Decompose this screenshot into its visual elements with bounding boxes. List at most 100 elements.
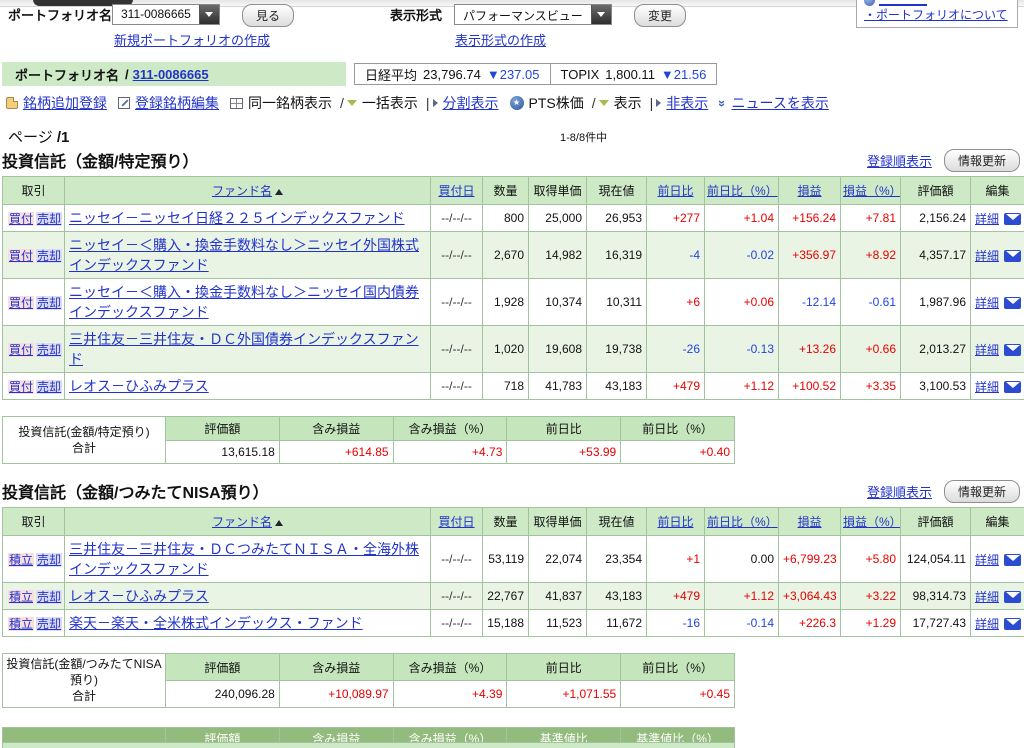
sum-col-chg: 前日比 <box>506 652 622 682</box>
pl: +156.24 <box>778 204 841 232</box>
mail-icon[interactable] <box>1004 297 1022 310</box>
edit-stock-link[interactable]: 登録銘柄編集 <box>135 93 219 113</box>
total-chg: +53.99 <box>506 440 622 464</box>
sell-link[interactable]: 売却 <box>36 211 63 226</box>
pts-show-label: 表示 <box>613 95 642 111</box>
portfolio-page: ポートフォリオ名 311-0086665 見る 新規ポートフォリオの作成 表示形… <box>0 0 1024 748</box>
fund-link[interactable]: ニッセイ－ニッセイ日経２２５インデックスファンド <box>69 210 405 226</box>
view-button[interactable]: 見る <box>242 4 295 27</box>
total-pl-pct: +4.73 <box>392 440 508 464</box>
total-chg-pct: +0.40 <box>620 440 735 464</box>
day-change: -26 <box>646 325 705 373</box>
mail-icon[interactable] <box>1004 213 1022 226</box>
accumulate-link[interactable]: 積立 <box>8 589 35 604</box>
detail-link[interactable]: 詳細 <box>975 249 999 263</box>
chevron-down-icon[interactable] <box>598 100 609 106</box>
sell-link[interactable]: 売却 <box>36 616 63 631</box>
col-value: 評価額 <box>900 176 971 205</box>
col-chg-pct: 前日比（%） <box>704 176 779 205</box>
mail-icon[interactable] <box>1004 618 1022 631</box>
fund-link[interactable]: ニッセイ－＜購入・換金手数料なし＞ニッセイ外国株式インデックスファンド <box>69 237 419 273</box>
fund-sort-link[interactable]: ファンド名 <box>212 515 272 529</box>
action-toolbar: 銘柄追加登録 登録銘柄編集 同一銘柄表示 / 一括表示 | 分割表示 ★ PTS… <box>6 93 1024 113</box>
fund-link[interactable]: ニッセイ－＜購入・換金手数料なし＞ニッセイ国内債券インデックスファンド <box>69 284 419 320</box>
buy-link[interactable]: 買付 <box>8 379 35 394</box>
day-change-pct: 0.00 <box>704 535 779 583</box>
fund-sort-link[interactable]: ファンド名 <box>212 184 272 198</box>
sum-col-chg: 前日比 <box>506 416 622 441</box>
fund-link[interactable]: レオス－ひふみプラス <box>69 588 209 604</box>
pts-hide-link[interactable]: 非表示 <box>666 93 708 113</box>
mail-icon[interactable] <box>1004 591 1022 604</box>
sell-link[interactable]: 売却 <box>36 379 63 394</box>
section1-title: 投資信託（金額/特定預り） <box>2 154 199 171</box>
detail-link[interactable]: 詳細 <box>975 617 999 631</box>
fund-link[interactable]: 三井住友－三井住友・ＤＣつみたてＮＩＳＡ・全海外株インデックスファンド <box>69 541 419 577</box>
split-view-link[interactable]: 分割表示 <box>443 93 499 113</box>
col-trade: 取引 <box>2 176 65 205</box>
pl: +6,799.23 <box>778 535 841 583</box>
qty: 2,670 <box>482 231 529 279</box>
edit-stock-icon <box>118 97 130 109</box>
detail-link[interactable]: 詳細 <box>975 380 999 394</box>
refresh-button[interactable]: 情報更新 <box>943 480 1020 503</box>
col-chg-pct: 前日比（%） <box>704 507 779 536</box>
display-format-value: パフォーマンスビュー <box>463 9 583 23</box>
add-stock-link[interactable]: 銘柄追加登録 <box>23 93 107 113</box>
pl-pct: +5.80 <box>840 535 901 583</box>
sell-link[interactable]: 売却 <box>36 342 63 357</box>
accumulate-link[interactable]: 積立 <box>8 616 35 631</box>
current-price: 43,183 <box>586 582 647 610</box>
refresh-button[interactable]: 情報更新 <box>943 149 1020 172</box>
fund-row: 買付 売却 ニッセイ－ニッセイ日経２２５インデックスファンド --/--/-- 8… <box>2 204 1024 232</box>
sell-link[interactable]: 売却 <box>36 552 63 567</box>
portfolio-number-link[interactable]: 311-0086665 <box>133 67 209 82</box>
new-portfolio-link[interactable]: 新規ポートフォリオの作成 <box>114 30 270 49</box>
change-button[interactable]: 変更 <box>634 4 687 27</box>
topix-label: TOPIX <box>560 66 600 82</box>
sell-link[interactable]: 売却 <box>36 248 63 263</box>
mail-icon[interactable] <box>1004 381 1022 394</box>
slash-separator: / <box>125 66 129 82</box>
fund-row: 積立 売却 三井住友－三井住友・ＤＣつみたてＮＩＳＡ・全海外株インデックスファンド… <box>2 535 1024 583</box>
accumulate-link[interactable]: 積立 <box>8 552 35 567</box>
detail-link[interactable]: 詳細 <box>975 296 999 310</box>
buy-link[interactable]: 買付 <box>8 342 35 357</box>
display-format-select[interactable]: パフォーマンスビュー <box>454 4 612 25</box>
portfolio-select-arrow[interactable] <box>198 5 219 24</box>
order-display-link[interactable]: 登録順表示 <box>867 151 932 170</box>
buy-link[interactable]: 買付 <box>8 248 35 263</box>
section1-header: 投資信託（金額/特定預り） 登録順表示 情報更新 <box>2 148 1022 172</box>
col-unit: 取得単価 <box>528 176 587 205</box>
show-news-link[interactable]: ニュースを表示 <box>732 93 829 113</box>
about-portfolio-link[interactable]: ・ポートフォリオについて <box>864 8 1008 22</box>
portfolio-name-label: ポートフォリオ名 <box>8 8 113 23</box>
mail-icon[interactable] <box>1004 250 1022 263</box>
same-stock-label: 同一銘柄表示 <box>248 95 332 111</box>
chevron-down-icon[interactable] <box>346 100 357 106</box>
pl: +3,064.43 <box>778 582 841 610</box>
fund-link[interactable]: 三井住友－三井住友・ＤＣ外国債券インデックスファンド <box>69 331 419 367</box>
buy-link[interactable]: 買付 <box>8 295 35 310</box>
detail-link[interactable]: 詳細 <box>975 590 999 604</box>
sell-link[interactable]: 売却 <box>36 295 63 310</box>
mail-icon[interactable] <box>1004 344 1022 357</box>
portfolio-bar-label: ポートフォリオ名 <box>15 67 120 83</box>
sell-link[interactable]: 売却 <box>36 589 63 604</box>
buy-link[interactable]: 買付 <box>8 211 35 226</box>
detail-link[interactable]: 詳細 <box>975 212 999 226</box>
topix-value: 1,800.11 <box>605 66 655 82</box>
detail-link[interactable]: 詳細 <box>975 343 999 357</box>
order-display-link[interactable]: 登録順表示 <box>867 482 932 501</box>
portfolio-select[interactable]: 311-0086665 <box>112 4 220 25</box>
clipped-next-table <box>2 742 735 748</box>
fund-link[interactable]: 楽天－楽天・全米株式インデックス・ファンド <box>69 615 363 631</box>
display-format-arrow[interactable] <box>590 5 611 24</box>
mail-icon[interactable] <box>1004 554 1022 567</box>
valuation: 2,013.27 <box>900 325 971 373</box>
fund-link[interactable]: レオス－ひふみプラス <box>69 378 209 394</box>
valuation: 17,727.43 <box>900 609 971 637</box>
detail-link[interactable]: 詳細 <box>975 553 999 567</box>
format-create-link[interactable]: 表示形式の作成 <box>455 30 546 49</box>
help-box: ・ポートフォリオについて <box>856 0 1018 28</box>
